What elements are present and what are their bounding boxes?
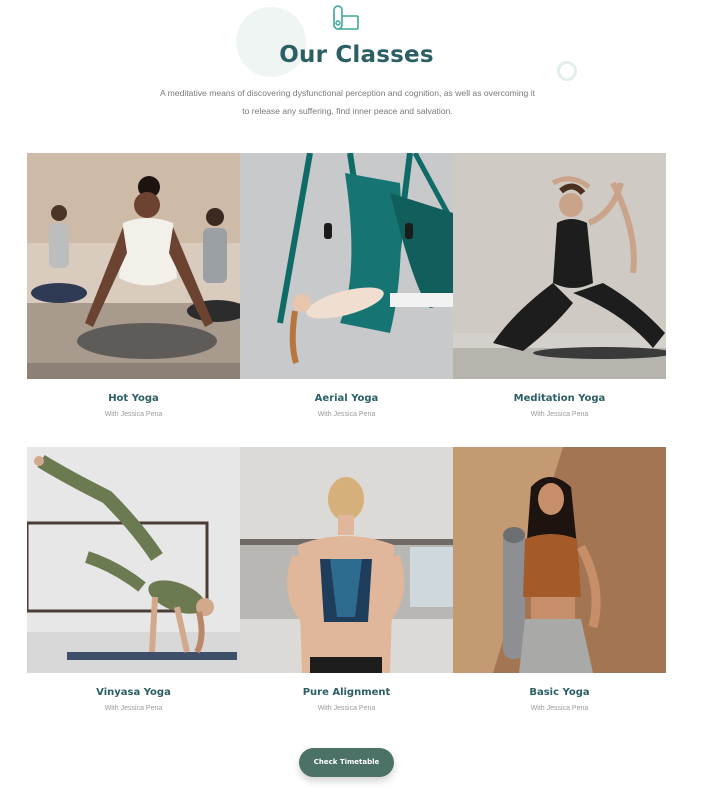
class-card-vinyasa-yoga[interactable]: Vinyasa Yoga With Jessica Pena: [27, 447, 240, 712]
basic-yoga-photo[interactable]: [453, 447, 666, 673]
vinyasa-yoga-photo[interactable]: [27, 447, 240, 673]
class-card-basic-yoga[interactable]: Basic Yoga With Jessica Pena: [453, 447, 666, 712]
class-card-pure-alignment[interactable]: Pure Alignment With Jessica Pena: [240, 447, 453, 712]
class-name[interactable]: Aerial Yoga: [240, 393, 453, 407]
class-name[interactable]: Meditation Yoga: [453, 393, 666, 407]
check-timetable-button[interactable]: Check Timetable: [299, 748, 394, 777]
class-instructor: With Jessica Pena: [317, 705, 376, 712]
aerial-yoga-photo[interactable]: [240, 153, 453, 379]
class-name[interactable]: Hot Yoga: [27, 393, 240, 407]
class-card-meditation-yoga[interactable]: Meditation Yoga With Jessica Pena: [453, 153, 666, 418]
pure-alignment-photo[interactable]: [240, 447, 453, 673]
class-instructor: With Jessica Pena: [104, 705, 163, 712]
section-title: Our Classes: [279, 42, 434, 68]
class-name[interactable]: Vinyasa Yoga: [27, 687, 240, 701]
class-name[interactable]: Basic Yoga: [453, 687, 666, 701]
class-card-aerial-yoga[interactable]: Aerial Yoga With Jessica Pena: [240, 153, 453, 418]
section-description: A meditative means of discovering dysfun…: [160, 88, 535, 116]
class-card-hot-yoga[interactable]: Hot Yoga With Jessica Pena: [27, 153, 240, 418]
class-instructor: With Jessica Pena: [530, 411, 589, 418]
hot-yoga-photo[interactable]: [27, 153, 240, 379]
yoga-mat-icon: [331, 4, 361, 32]
meditation-yoga-photo[interactable]: [453, 153, 666, 379]
class-instructor: With Jessica Pena: [530, 705, 589, 712]
class-name[interactable]: Pure Alignment: [240, 687, 453, 701]
class-instructor: With Jessica Pena: [317, 411, 376, 418]
class-instructor: With Jessica Pena: [104, 411, 163, 418]
